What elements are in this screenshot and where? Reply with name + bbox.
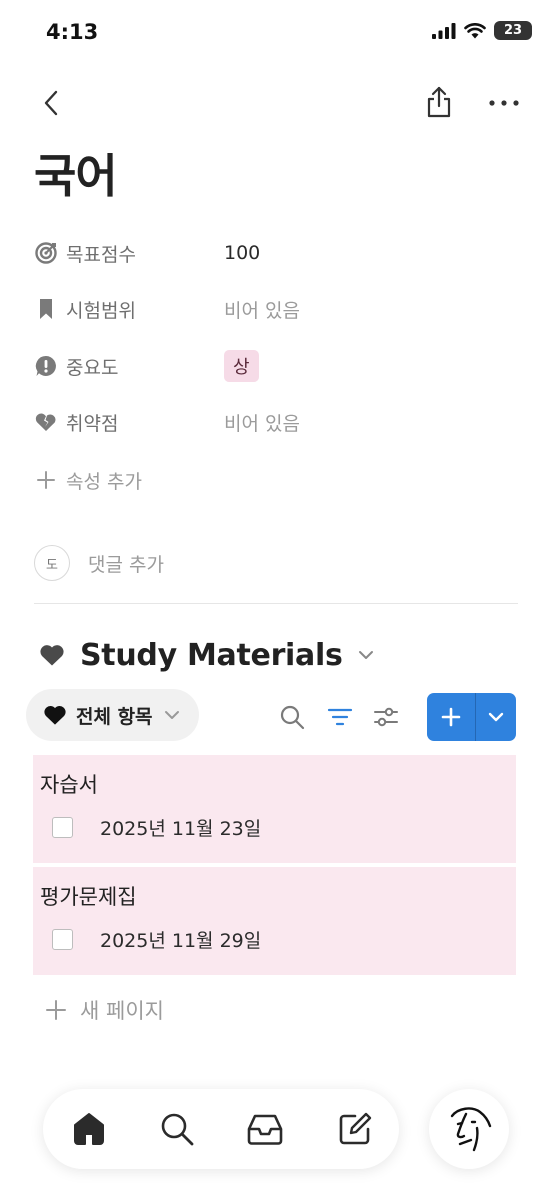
back-button[interactable] bbox=[34, 86, 68, 120]
property-value[interactable]: 비어 있음 bbox=[224, 409, 300, 436]
bottom-tab-bar bbox=[43, 1089, 399, 1169]
avatar: 도 bbox=[34, 545, 70, 581]
share-icon bbox=[427, 86, 451, 118]
property-value[interactable]: 비어 있음 bbox=[224, 296, 300, 323]
item-checkbox[interactable] bbox=[52, 929, 73, 950]
bookmark-icon bbox=[34, 297, 58, 321]
property-row-target-score[interactable]: 목표점수 100 bbox=[34, 233, 514, 273]
item-title: 자습서 bbox=[40, 773, 98, 797]
chevron-down-icon bbox=[488, 712, 504, 722]
filter-button[interactable] bbox=[325, 702, 355, 732]
search-button[interactable] bbox=[277, 702, 307, 732]
broken-heart-icon bbox=[34, 410, 58, 434]
heart-icon bbox=[42, 702, 68, 728]
ai-face-icon bbox=[450, 1107, 492, 1152]
new-page-label: 새 페이지 bbox=[80, 999, 164, 1023]
tab-new-page[interactable] bbox=[333, 1107, 377, 1151]
alert-bubble-icon bbox=[34, 354, 58, 378]
database-title[interactable]: Study Materials bbox=[80, 638, 343, 673]
more-horizontal-icon bbox=[489, 100, 519, 106]
avatar-initial: 도 bbox=[46, 557, 58, 573]
status-time: 4:13 bbox=[46, 20, 99, 44]
add-property-button[interactable]: 속성 추가 bbox=[34, 460, 142, 500]
importance-tag: 상 bbox=[224, 350, 259, 382]
home-icon bbox=[74, 1113, 104, 1145]
tab-search[interactable] bbox=[155, 1107, 199, 1151]
property-label: 중요도 bbox=[66, 356, 119, 379]
page-title[interactable]: 국어 bbox=[34, 140, 118, 206]
ai-assistant-button[interactable] bbox=[429, 1089, 509, 1169]
item-date: 2025년 11월 23일 bbox=[100, 818, 262, 840]
sliders-icon bbox=[374, 707, 398, 727]
comment-placeholder[interactable]: 댓글 추가 bbox=[88, 550, 164, 577]
filter-icon bbox=[327, 708, 353, 726]
search-icon bbox=[280, 705, 305, 730]
chevron-down-icon bbox=[163, 706, 181, 724]
property-label: 취약점 bbox=[66, 412, 119, 435]
more-options-button[interactable] bbox=[484, 86, 524, 120]
status-icons: 23 bbox=[432, 21, 532, 40]
item-date: 2025년 11월 29일 bbox=[100, 930, 262, 952]
property-value[interactable]: 100 bbox=[224, 242, 260, 264]
item-checkbox[interactable] bbox=[52, 817, 73, 838]
chevron-left-icon bbox=[44, 90, 58, 116]
chevron-down-icon[interactable] bbox=[355, 644, 377, 666]
new-item-options-button[interactable] bbox=[476, 693, 516, 741]
new-item-button-group bbox=[427, 693, 516, 741]
target-icon bbox=[34, 241, 58, 265]
tab-home[interactable] bbox=[67, 1107, 111, 1151]
page-root: 4:13 23 국어 목표점수 100 시험범위 비어 있음 중요도 상 취약점… bbox=[0, 0, 554, 1200]
share-button[interactable] bbox=[421, 84, 457, 120]
add-property-label: 속성 추가 bbox=[66, 470, 142, 493]
list-item[interactable]: 평가문제집 2025년 11월 29일 bbox=[33, 867, 516, 975]
property-label: 시험범위 bbox=[66, 299, 136, 322]
tab-inbox[interactable] bbox=[243, 1107, 287, 1151]
cellular-signal-icon bbox=[432, 22, 456, 39]
property-row-importance[interactable]: 중요도 상 bbox=[34, 346, 514, 386]
compose-icon bbox=[339, 1112, 372, 1145]
wifi-icon bbox=[464, 22, 486, 38]
new-item-button[interactable] bbox=[427, 693, 475, 741]
divider bbox=[34, 603, 518, 604]
battery-indicator: 23 bbox=[494, 21, 532, 40]
search-icon bbox=[161, 1113, 194, 1146]
add-comment[interactable]: 도 댓글 추가 bbox=[34, 544, 164, 582]
property-label: 목표점수 bbox=[66, 243, 136, 266]
view-selector[interactable]: 전체 항목 bbox=[26, 689, 199, 741]
view-label: 전체 항목 bbox=[76, 705, 153, 728]
property-row-exam-range[interactable]: 시험범위 비어 있음 bbox=[34, 289, 514, 329]
heart-icon bbox=[38, 641, 66, 669]
status-bar: 4:13 23 bbox=[0, 0, 554, 62]
item-title: 평가문제집 bbox=[40, 885, 137, 909]
property-value[interactable]: 상 bbox=[224, 350, 259, 382]
list-item[interactable]: 자습서 2025년 11월 23일 bbox=[33, 755, 516, 863]
database-header[interactable]: Study Materials bbox=[38, 632, 377, 678]
view-settings-button[interactable] bbox=[371, 702, 401, 732]
plus-icon bbox=[44, 998, 68, 1022]
property-row-weak-points[interactable]: 취약점 비어 있음 bbox=[34, 402, 514, 442]
new-page-button[interactable]: 새 페이지 bbox=[44, 990, 164, 1030]
plus-icon bbox=[34, 468, 58, 492]
inbox-icon bbox=[247, 1114, 283, 1145]
plus-icon bbox=[441, 707, 461, 727]
battery-level: 23 bbox=[503, 23, 523, 38]
